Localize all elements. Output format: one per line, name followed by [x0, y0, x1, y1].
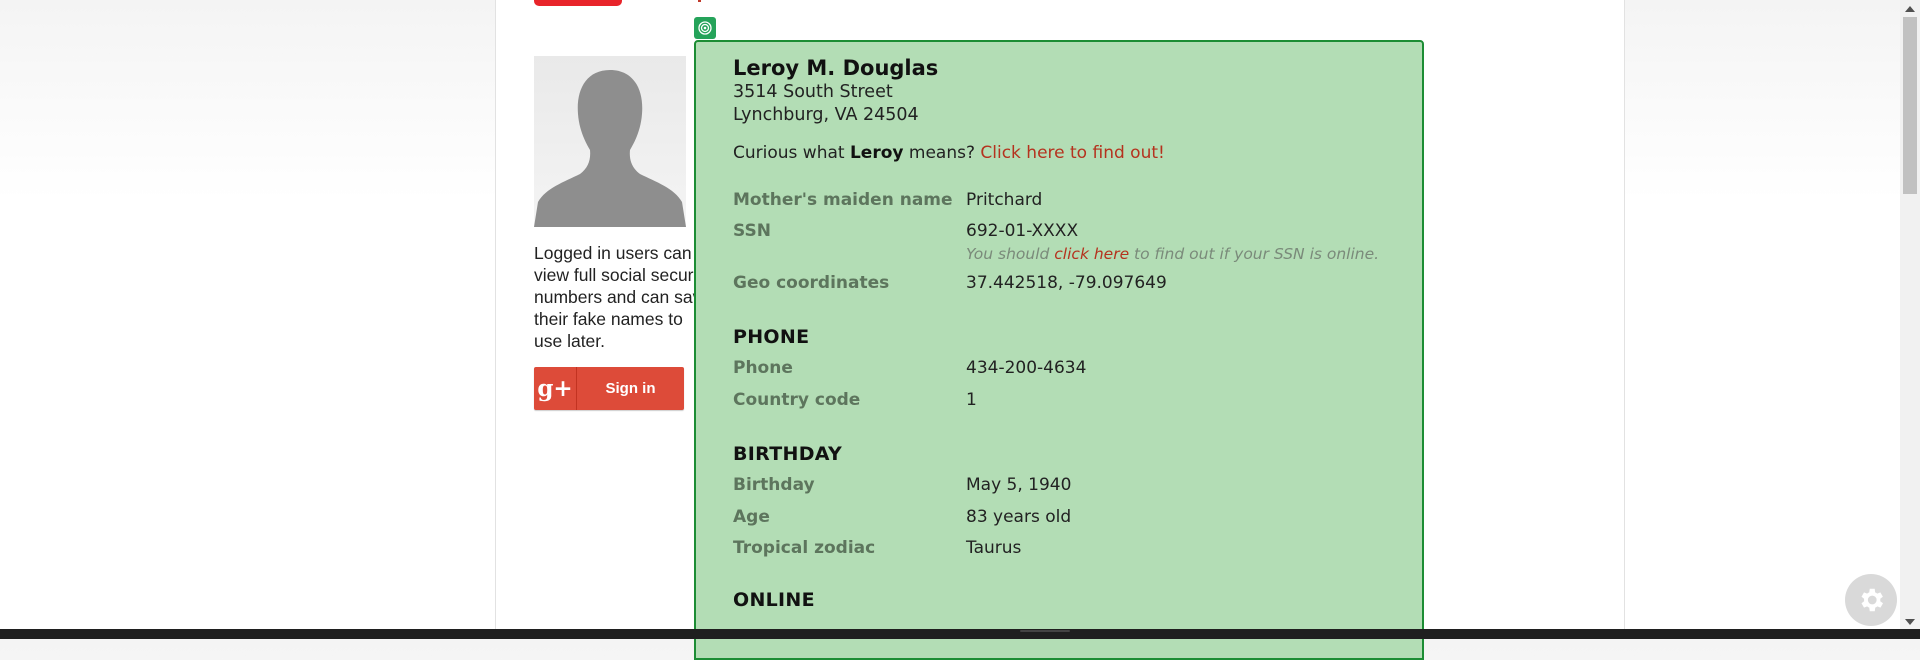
- login-info-text: Logged in users can view full social sec…: [534, 243, 712, 351]
- birthday-row: Birthday May 5, 1940: [733, 475, 1413, 507]
- gear-icon[interactable]: [1845, 574, 1897, 626]
- online-heading: ONLINE: [733, 589, 815, 611]
- address-street: 3514 South Street: [733, 82, 893, 102]
- geo-label: Geo coordinates: [733, 273, 890, 293]
- ssn-row: SSN 692-01-XXXX You should click here to…: [733, 221, 1413, 273]
- scrollbar-thumb[interactable]: [1903, 17, 1917, 194]
- maiden-name-row: Mother's maiden name Pritchard: [733, 190, 1413, 221]
- target-icon[interactable]: [694, 17, 716, 39]
- phone-label: Phone: [733, 358, 793, 378]
- maiden-name-label: Mother's maiden name: [733, 190, 953, 210]
- birthday-label: Birthday: [733, 475, 815, 495]
- address-city: Lynchburg, VA 24504: [733, 105, 919, 125]
- phone-heading: PHONE: [733, 326, 810, 348]
- age-row: Age 83 years old: [733, 507, 1413, 538]
- signin-label: Sign in: [605, 380, 656, 397]
- vertical-scrollbar[interactable]: [1900, 0, 1920, 629]
- age-value: 83 years old: [966, 507, 1072, 527]
- zodiac-value: Taurus: [966, 538, 1022, 558]
- scroll-down-arrow-icon[interactable]: [1905, 619, 1915, 625]
- person-name: Leroy M. Douglas: [733, 56, 939, 80]
- google-plus-icon: g+: [534, 367, 577, 410]
- birthday-heading: BIRTHDAY: [733, 443, 843, 465]
- scroll-up-arrow-icon[interactable]: [1905, 6, 1915, 12]
- age-label: Age: [733, 507, 770, 527]
- avatar: [534, 56, 686, 227]
- name-meaning-line: Curious what Leroy means? Click here to …: [733, 143, 1165, 163]
- top-red-button[interactable]: [534, 0, 622, 6]
- zodiac-label: Tropical zodiac: [733, 538, 876, 558]
- country-code-label: Country code: [733, 390, 861, 410]
- name-meaning-link[interactable]: Click here to find out!: [980, 143, 1164, 163]
- maiden-name-value: Pritchard: [966, 190, 1043, 210]
- top-link-fragment: [698, 0, 701, 2]
- geo-row: Geo coordinates 37.442518, -79.097649: [733, 273, 1413, 304]
- country-code-value: 1: [966, 390, 977, 410]
- phone-row: Phone 434-200-4634: [733, 358, 1413, 390]
- geo-coordinates-link[interactable]: 37.442518, -79.097649: [966, 273, 1167, 293]
- ssn-value: 692-01-XXXX: [966, 221, 1079, 241]
- ssn-check-link[interactable]: click here: [1054, 245, 1129, 263]
- google-signin-button[interactable]: g+ Sign in: [534, 367, 684, 410]
- phone-value: 434-200-4634: [966, 358, 1087, 378]
- country-code-row: Country code 1: [733, 390, 1413, 421]
- ssn-note: You should click here to find out if you…: [966, 245, 1380, 263]
- bottom-bar: [0, 629, 1920, 639]
- ssn-label: SSN: [733, 221, 771, 241]
- birthday-value: May 5, 1940: [966, 475, 1072, 495]
- identity-card: Leroy M. Douglas 3514 South Street Lynch…: [733, 55, 1413, 611]
- first-name: Leroy: [849, 143, 904, 163]
- zodiac-row: Tropical zodiac Taurus: [733, 538, 1413, 569]
